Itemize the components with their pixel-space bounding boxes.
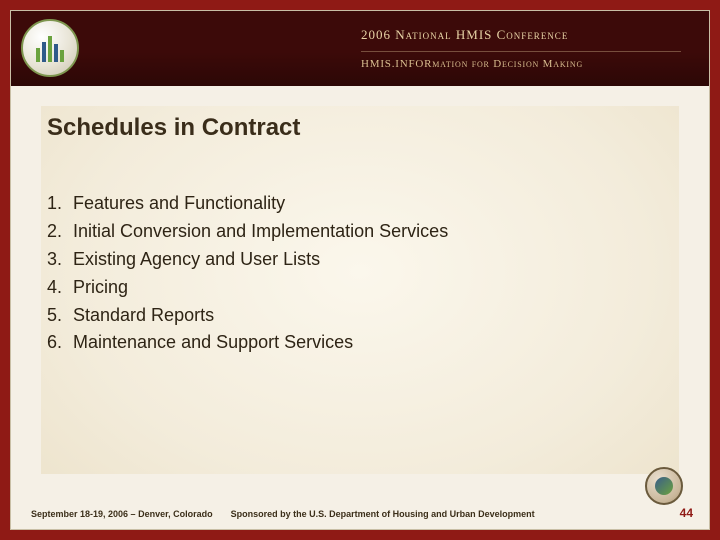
slide-header: 2006 National HMIS Conference HMIS.INFOR…: [11, 11, 709, 86]
header-text: 2006 National HMIS Conference HMIS.INFOR…: [361, 11, 709, 86]
list-item-text: Maintenance and Support Services: [73, 329, 353, 357]
conference-subtitle: HMIS.INFORmation for Decision Making: [361, 58, 709, 70]
slide-body: Schedules in Contract 1.Features and Fun…: [41, 106, 679, 474]
footer-sponsor: Sponsored by the U.S. Department of Hous…: [231, 509, 670, 519]
numbered-list: 1.Features and Functionality 2.Initial C…: [47, 190, 679, 357]
list-item: 5.Standard Reports: [47, 302, 679, 330]
list-item-text: Pricing: [73, 274, 128, 302]
list-item-text: Initial Conversion and Implementation Se…: [73, 218, 448, 246]
list-item: 6.Maintenance and Support Services: [47, 329, 679, 357]
slide-title: Schedules in Contract: [47, 114, 679, 142]
slide-frame: 2006 National HMIS Conference HMIS.INFOR…: [0, 0, 720, 540]
list-item-text: Features and Functionality: [73, 190, 285, 218]
slide-footer: September 18-19, 2006 – Denver, Colorado…: [11, 489, 709, 529]
page-number: 44: [680, 506, 693, 520]
list-item: 3.Existing Agency and User Lists: [47, 246, 679, 274]
hud-seal-icon: [21, 19, 79, 77]
seal-bars-icon: [36, 34, 64, 62]
footer-date-location: September 18-19, 2006 – Denver, Colorado: [31, 509, 213, 519]
list-item-text: Existing Agency and User Lists: [73, 246, 320, 274]
list-item-text: Standard Reports: [73, 302, 214, 330]
slide-inner: 2006 National HMIS Conference HMIS.INFOR…: [10, 10, 710, 530]
list-item: 2.Initial Conversion and Implementation …: [47, 218, 679, 246]
list-item: 1.Features and Functionality: [47, 190, 679, 218]
header-divider: [361, 51, 681, 52]
list-item: 4.Pricing: [47, 274, 679, 302]
conference-title: 2006 National HMIS Conference: [361, 27, 709, 49]
